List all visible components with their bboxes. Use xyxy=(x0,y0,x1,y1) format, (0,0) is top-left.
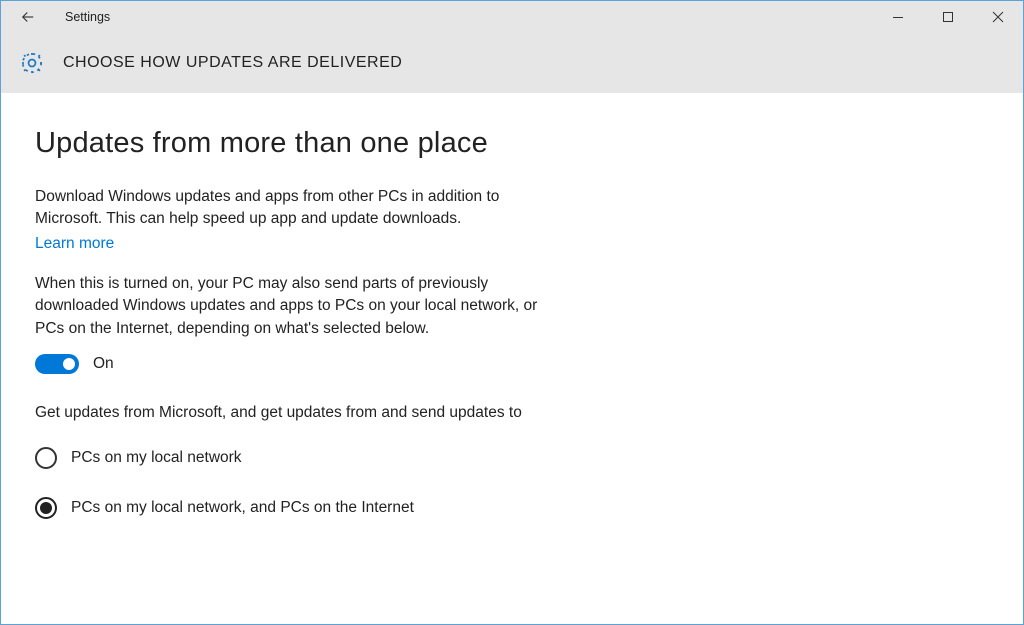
toggle-state-label: On xyxy=(93,355,114,373)
gear-icon xyxy=(19,50,45,76)
radio-icon xyxy=(35,497,57,519)
radio-local-network[interactable]: PCs on my local network xyxy=(35,447,989,469)
close-icon xyxy=(992,11,1004,23)
main-heading: Updates from more than one place xyxy=(35,127,989,160)
radio-icon xyxy=(35,447,57,469)
description-paragraph-1: Download Windows updates and apps from o… xyxy=(35,186,565,231)
description-paragraph-2: When this is turned on, your PC may also… xyxy=(35,273,565,340)
maximize-button[interactable] xyxy=(923,1,973,33)
window-title: Settings xyxy=(61,10,110,24)
close-button[interactable] xyxy=(973,1,1023,33)
page-title: CHOOSE HOW UPDATES ARE DELIVERED xyxy=(63,54,402,72)
learn-more-link[interactable]: Learn more xyxy=(35,235,114,253)
delivery-toggle-row: On xyxy=(35,354,989,374)
radio-selected-dot xyxy=(40,502,52,514)
minimize-button[interactable] xyxy=(873,1,923,33)
radio-label: PCs on my local network, and PCs on the … xyxy=(71,499,414,517)
radio-group-label: Get updates from Microsoft, and get upda… xyxy=(35,402,565,424)
window-controls xyxy=(873,1,1023,33)
minimize-icon xyxy=(892,11,904,23)
delivery-toggle[interactable] xyxy=(35,354,79,374)
settings-window: Settings CHOOSE HOW UPDATES ARE DELIVERE… xyxy=(0,0,1024,625)
radio-local-and-internet[interactable]: PCs on my local network, and PCs on the … xyxy=(35,497,989,519)
content-area: Updates from more than one place Downloa… xyxy=(1,93,1023,624)
header-band: CHOOSE HOW UPDATES ARE DELIVERED xyxy=(1,33,1023,93)
toggle-thumb xyxy=(63,358,75,370)
radio-label: PCs on my local network xyxy=(71,449,242,467)
maximize-icon xyxy=(942,11,954,23)
titlebar: Settings xyxy=(1,1,1023,33)
back-button[interactable] xyxy=(11,1,61,33)
